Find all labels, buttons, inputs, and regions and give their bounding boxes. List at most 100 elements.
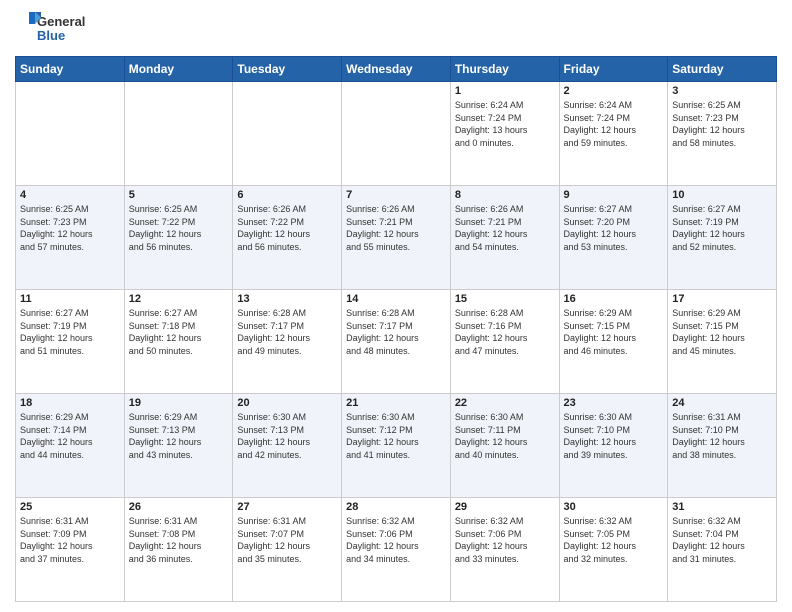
- day-info: Sunrise: 6:31 AM Sunset: 7:09 PM Dayligh…: [20, 515, 120, 565]
- day-cell: 26 Sunrise: 6:31 AM Sunset: 7:08 PM Dayli…: [124, 498, 233, 602]
- day-number: 17: [672, 293, 772, 305]
- day-number: 13: [237, 293, 337, 305]
- day-info: Sunrise: 6:25 AM Sunset: 7:23 PM Dayligh…: [672, 99, 772, 149]
- day-number: 4: [20, 189, 120, 201]
- day-info: Sunrise: 6:27 AM Sunset: 7:19 PM Dayligh…: [20, 307, 120, 357]
- day-cell: 22Sunrise: 6:30 AM Sunset: 7:11 PM Dayli…: [450, 394, 559, 498]
- day-cell: 21 Sunrise: 6:30 AM Sunset: 7:12 PM Dayli…: [342, 394, 451, 498]
- day-number: 28: [346, 501, 446, 513]
- day-info: Sunrise: 6:24 AM Sunset: 7:24 PM Dayligh…: [564, 99, 664, 149]
- day-info: Sunrise: 6:30 AM Sunset: 7:13 PM Dayligh…: [237, 411, 337, 461]
- week-row-1: 1 Sunrise: 6:24 AM Sunset: 7:24 PM Daylig…: [16, 82, 777, 186]
- day-number: 16: [564, 293, 664, 305]
- day-number: 31: [672, 501, 772, 513]
- weekday-header-sunday: Sunday: [16, 57, 125, 82]
- day-info: Sunrise: 6:31 AM Sunset: 7:08 PM Dayligh…: [129, 515, 229, 565]
- day-number: 29: [455, 501, 555, 513]
- day-number: 30: [564, 501, 664, 513]
- day-cell: 29Sunrise: 6:32 AM Sunset: 7:06 PM Dayli…: [450, 498, 559, 602]
- page: General Blue SundayMondayTuesdayWednesda…: [0, 0, 792, 612]
- day-number: 2: [564, 85, 664, 97]
- day-info: Sunrise: 6:31 AM Sunset: 7:07 PM Dayligh…: [237, 515, 337, 565]
- day-info: Sunrise: 6:31 AM Sunset: 7:10 PM Dayligh…: [672, 411, 772, 461]
- day-cell: 11Sunrise: 6:27 AM Sunset: 7:19 PM Dayli…: [16, 290, 125, 394]
- day-info: Sunrise: 6:30 AM Sunset: 7:11 PM Dayligh…: [455, 411, 555, 461]
- weekday-header-tuesday: Tuesday: [233, 57, 342, 82]
- weekday-header-wednesday: Wednesday: [342, 57, 451, 82]
- day-cell: [233, 82, 342, 186]
- day-info: Sunrise: 6:32 AM Sunset: 7:04 PM Dayligh…: [672, 515, 772, 565]
- day-info: Sunrise: 6:32 AM Sunset: 7:05 PM Dayligh…: [564, 515, 664, 565]
- day-number: 3: [672, 85, 772, 97]
- day-cell: 25 Sunrise: 6:31 AM Sunset: 7:09 PM Dayli…: [16, 498, 125, 602]
- day-cell: 18 Sunrise: 6:29 AM Sunset: 7:14 PM Dayli…: [16, 394, 125, 498]
- day-cell: [342, 82, 451, 186]
- day-cell: 7Sunrise: 6:26 AM Sunset: 7:21 PM Daylig…: [342, 186, 451, 290]
- day-number: 6: [237, 189, 337, 201]
- logo-svg: General Blue: [15, 10, 105, 48]
- day-info: Sunrise: 6:29 AM Sunset: 7:14 PM Dayligh…: [20, 411, 120, 461]
- day-number: 8: [455, 189, 555, 201]
- day-cell: 6 Sunrise: 6:26 AM Sunset: 7:22 PM Daylig…: [233, 186, 342, 290]
- day-number: 5: [129, 189, 229, 201]
- day-number: 14: [346, 293, 446, 305]
- day-cell: 20 Sunrise: 6:30 AM Sunset: 7:13 PM Dayli…: [233, 394, 342, 498]
- weekday-header-row: SundayMondayTuesdayWednesdayThursdayFrid…: [16, 57, 777, 82]
- day-number: 25: [20, 501, 120, 513]
- day-info: Sunrise: 6:28 AM Sunset: 7:16 PM Dayligh…: [455, 307, 555, 357]
- day-info: Sunrise: 6:27 AM Sunset: 7:20 PM Dayligh…: [564, 203, 664, 253]
- day-cell: 2 Sunrise: 6:24 AM Sunset: 7:24 PM Daylig…: [559, 82, 668, 186]
- day-cell: 12 Sunrise: 6:27 AM Sunset: 7:18 PM Dayli…: [124, 290, 233, 394]
- day-info: Sunrise: 6:32 AM Sunset: 7:06 PM Dayligh…: [346, 515, 446, 565]
- day-number: 23: [564, 397, 664, 409]
- week-row-5: 25 Sunrise: 6:31 AM Sunset: 7:09 PM Dayli…: [16, 498, 777, 602]
- day-number: 20: [237, 397, 337, 409]
- calendar-table: SundayMondayTuesdayWednesdayThursdayFrid…: [15, 56, 777, 602]
- day-info: Sunrise: 6:28 AM Sunset: 7:17 PM Dayligh…: [237, 307, 337, 357]
- day-number: 15: [455, 293, 555, 305]
- day-cell: 30 Sunrise: 6:32 AM Sunset: 7:05 PM Dayli…: [559, 498, 668, 602]
- day-number: 9: [564, 189, 664, 201]
- day-number: 21: [346, 397, 446, 409]
- week-row-3: 11Sunrise: 6:27 AM Sunset: 7:19 PM Dayli…: [16, 290, 777, 394]
- day-info: Sunrise: 6:26 AM Sunset: 7:21 PM Dayligh…: [455, 203, 555, 253]
- day-cell: 13 Sunrise: 6:28 AM Sunset: 7:17 PM Dayli…: [233, 290, 342, 394]
- day-number: 19: [129, 397, 229, 409]
- day-cell: 8 Sunrise: 6:26 AM Sunset: 7:21 PM Daylig…: [450, 186, 559, 290]
- weekday-header-monday: Monday: [124, 57, 233, 82]
- day-number: 27: [237, 501, 337, 513]
- day-info: Sunrise: 6:27 AM Sunset: 7:18 PM Dayligh…: [129, 307, 229, 357]
- day-number: 1: [455, 85, 555, 97]
- weekday-header-thursday: Thursday: [450, 57, 559, 82]
- day-cell: 10Sunrise: 6:27 AM Sunset: 7:19 PM Dayli…: [668, 186, 777, 290]
- day-info: Sunrise: 6:29 AM Sunset: 7:15 PM Dayligh…: [672, 307, 772, 357]
- day-cell: 1 Sunrise: 6:24 AM Sunset: 7:24 PM Daylig…: [450, 82, 559, 186]
- week-row-2: 4Sunrise: 6:25 AM Sunset: 7:23 PM Daylig…: [16, 186, 777, 290]
- day-cell: 19 Sunrise: 6:29 AM Sunset: 7:13 PM Dayli…: [124, 394, 233, 498]
- day-cell: 9 Sunrise: 6:27 AM Sunset: 7:20 PM Daylig…: [559, 186, 668, 290]
- day-cell: 24Sunrise: 6:31 AM Sunset: 7:10 PM Dayli…: [668, 394, 777, 498]
- day-number: 18: [20, 397, 120, 409]
- day-number: 7: [346, 189, 446, 201]
- day-cell: 5Sunrise: 6:25 AM Sunset: 7:22 PM Daylig…: [124, 186, 233, 290]
- day-info: Sunrise: 6:28 AM Sunset: 7:17 PM Dayligh…: [346, 307, 446, 357]
- day-info: Sunrise: 6:29 AM Sunset: 7:13 PM Dayligh…: [129, 411, 229, 461]
- svg-text:Blue: Blue: [37, 28, 65, 43]
- day-number: 10: [672, 189, 772, 201]
- day-cell: 17 Sunrise: 6:29 AM Sunset: 7:15 PM Dayli…: [668, 290, 777, 394]
- weekday-header-saturday: Saturday: [668, 57, 777, 82]
- day-cell: 27 Sunrise: 6:31 AM Sunset: 7:07 PM Dayli…: [233, 498, 342, 602]
- day-cell: 3 Sunrise: 6:25 AM Sunset: 7:23 PM Daylig…: [668, 82, 777, 186]
- day-number: 26: [129, 501, 229, 513]
- day-cell: 31 Sunrise: 6:32 AM Sunset: 7:04 PM Dayli…: [668, 498, 777, 602]
- day-cell: 14 Sunrise: 6:28 AM Sunset: 7:17 PM Dayli…: [342, 290, 451, 394]
- day-cell: 16Sunrise: 6:29 AM Sunset: 7:15 PM Dayli…: [559, 290, 668, 394]
- logo: General Blue: [15, 10, 105, 48]
- day-info: Sunrise: 6:24 AM Sunset: 7:24 PM Dayligh…: [455, 99, 555, 149]
- header: General Blue: [15, 10, 777, 48]
- day-info: Sunrise: 6:30 AM Sunset: 7:12 PM Dayligh…: [346, 411, 446, 461]
- day-cell: 4Sunrise: 6:25 AM Sunset: 7:23 PM Daylig…: [16, 186, 125, 290]
- day-cell: [16, 82, 125, 186]
- day-number: 12: [129, 293, 229, 305]
- day-info: Sunrise: 6:26 AM Sunset: 7:22 PM Dayligh…: [237, 203, 337, 253]
